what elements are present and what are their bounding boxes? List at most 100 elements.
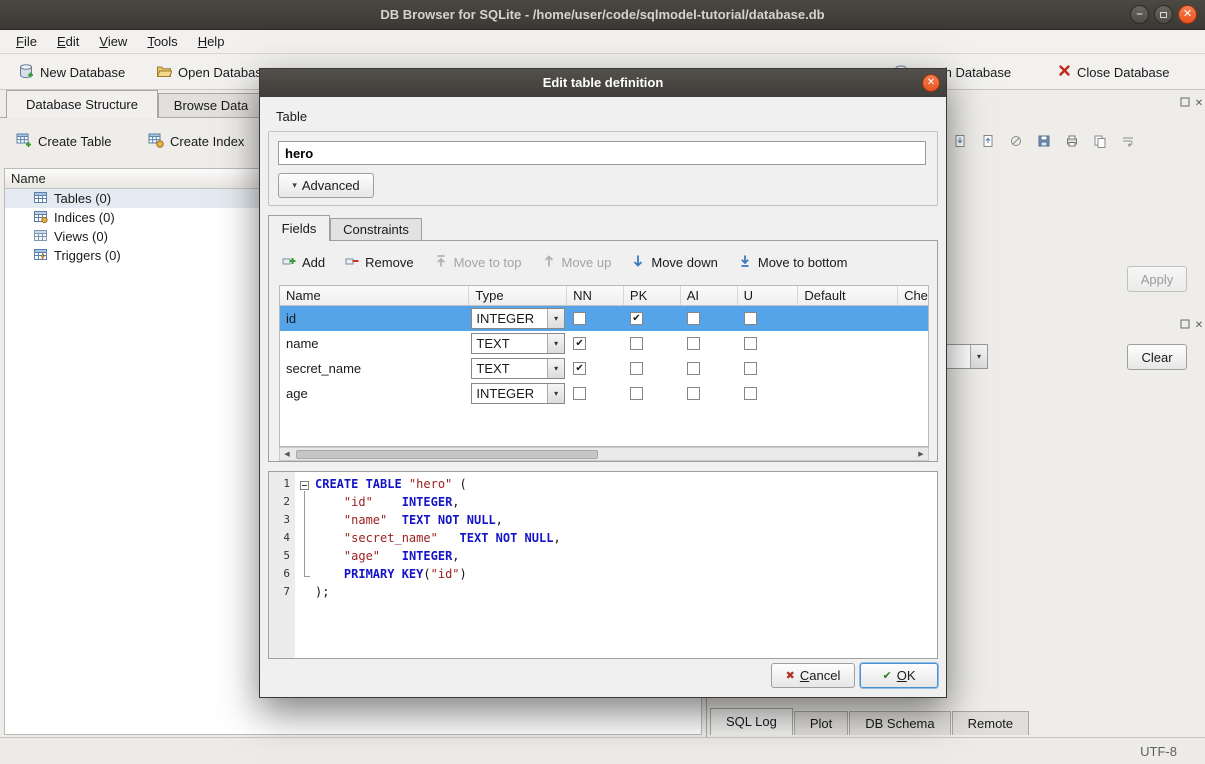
advanced-button[interactable]: ▾ Advanced	[278, 173, 374, 198]
field-name-cell[interactable]: name	[280, 331, 469, 356]
u-checkbox[interactable]	[744, 362, 757, 375]
combo-arrow-icon[interactable]: ▾	[547, 359, 564, 378]
header-ai[interactable]: AI	[681, 286, 738, 305]
wrap-button[interactable]	[1116, 130, 1140, 154]
move-down-button[interactable]: Move down	[622, 249, 726, 275]
tab-fields[interactable]: Fields	[268, 215, 330, 241]
tab-browse-data[interactable]: Browse Data	[158, 93, 264, 118]
ai-checkbox[interactable]	[687, 387, 700, 400]
tab-sql-log[interactable]: SQL Log	[710, 708, 793, 735]
header-pk[interactable]: PK	[624, 286, 681, 305]
field-row-secret_name[interactable]: secret_nameTEXT▾ ✔	[280, 356, 928, 381]
scroll-left-icon[interactable]: ◀	[280, 448, 294, 460]
pk-checkbox[interactable]	[630, 337, 643, 350]
dialog-close-button[interactable]: ✕	[922, 74, 940, 92]
copy-button[interactable]	[1088, 130, 1112, 154]
field-type-combobox[interactable]: INTEGER▾	[471, 383, 565, 404]
print-button[interactable]	[1060, 130, 1084, 154]
check-cell[interactable]	[898, 356, 928, 381]
scroll-right-icon[interactable]: ▶	[914, 448, 928, 460]
u-checkbox[interactable]	[744, 312, 757, 325]
sql-preview[interactable]: 1234567 CREATE TABLE "hero" ( "id" INTEG…	[268, 471, 938, 659]
nn-checkbox[interactable]	[573, 312, 586, 325]
u-checkbox[interactable]	[744, 337, 757, 350]
window-titlebar[interactable]: DB Browser for SQLite - /home/user/code/…	[0, 0, 1205, 30]
pk-checkbox[interactable]	[630, 387, 643, 400]
header-default[interactable]: Default	[798, 286, 898, 305]
close-database-button[interactable]: Close Database	[1050, 58, 1178, 86]
field-type-combobox[interactable]: TEXT▾	[471, 358, 565, 379]
combo-arrow-icon[interactable]: ▾	[547, 384, 564, 403]
check-cell[interactable]	[898, 381, 928, 406]
field-row-id[interactable]: idINTEGER▾ ✔	[280, 306, 928, 331]
default-cell[interactable]	[798, 356, 898, 381]
new-database-button[interactable]: New Database	[10, 58, 133, 86]
header-type[interactable]: Type	[469, 286, 567, 305]
dock-close-icon[interactable]: ✕	[1192, 97, 1205, 110]
check-cell[interactable]	[898, 331, 928, 356]
field-row-age[interactable]: ageINTEGER▾	[280, 381, 928, 406]
tab-database-structure[interactable]: Database Structure	[6, 90, 158, 118]
pk-checkbox[interactable]: ✔	[630, 312, 643, 325]
default-cell[interactable]	[798, 306, 898, 331]
horizontal-scrollbar[interactable]: ◀ ▶	[279, 447, 929, 461]
menu-file[interactable]: File	[6, 31, 47, 52]
table-name-input[interactable]	[278, 141, 926, 165]
combo-arrow-icon[interactable]: ▾	[547, 309, 564, 328]
dock-float-icon[interactable]	[1178, 319, 1192, 332]
nn-checkbox[interactable]: ✔	[573, 337, 586, 350]
default-cell[interactable]	[798, 331, 898, 356]
remove-field-button[interactable]: Remove	[336, 249, 422, 275]
ok-button[interactable]: ✔ OK	[860, 663, 938, 688]
header-nn[interactable]: NN	[567, 286, 624, 305]
clear-button[interactable]: Clear	[1127, 344, 1187, 370]
header-name[interactable]: Name	[280, 286, 469, 305]
menu-tools[interactable]: Tools	[137, 31, 187, 52]
combo-arrow-icon[interactable]: ▾	[970, 345, 987, 368]
tab-db-schema[interactable]: DB Schema	[849, 711, 950, 735]
field-row-name[interactable]: nameTEXT▾ ✔	[280, 331, 928, 356]
menu-help[interactable]: Help	[188, 31, 235, 52]
header-u[interactable]: U	[738, 286, 799, 305]
default-cell[interactable]	[798, 381, 898, 406]
close-window-button[interactable]: ✕	[1178, 5, 1197, 24]
nn-checkbox[interactable]: ✔	[573, 362, 586, 375]
move-to-bottom-button[interactable]: Move to bottom	[729, 249, 857, 275]
field-type-combobox[interactable]: INTEGER▾	[471, 308, 565, 329]
import-button[interactable]	[948, 130, 972, 154]
menu-edit[interactable]: Edit	[47, 31, 89, 52]
cancel-button[interactable]: ✖ Cancel	[771, 663, 855, 688]
save-button[interactable]	[1032, 130, 1056, 154]
field-name-cell[interactable]: secret_name	[280, 356, 469, 381]
scrollbar-thumb[interactable]	[296, 450, 598, 459]
field-type-combobox[interactable]: TEXT▾	[471, 333, 565, 354]
header-check[interactable]: Check	[898, 286, 928, 305]
nn-checkbox[interactable]	[573, 387, 586, 400]
dock-float-icon[interactable]	[1178, 97, 1192, 110]
ai-checkbox[interactable]	[687, 312, 700, 325]
add-field-button[interactable]: Add	[273, 249, 334, 275]
field-name-cell[interactable]: age	[280, 381, 469, 406]
create-table-button[interactable]: Create Table	[8, 127, 119, 155]
tab-plot[interactable]: Plot	[794, 711, 848, 735]
dock-close-icon[interactable]: ✕	[1192, 319, 1205, 332]
field-name-cell[interactable]: id	[280, 306, 469, 331]
create-index-button[interactable]: Create Index	[140, 127, 252, 155]
export-button[interactable]	[976, 130, 1000, 154]
tab-remote[interactable]: Remote	[952, 711, 1030, 735]
u-checkbox[interactable]	[744, 387, 757, 400]
maximize-icon	[1160, 12, 1167, 18]
fold-marker-icon[interactable]	[300, 481, 309, 490]
check-cell[interactable]	[898, 306, 928, 331]
maximize-button[interactable]	[1154, 5, 1173, 24]
menu-view[interactable]: View	[89, 31, 137, 52]
ai-checkbox[interactable]	[687, 362, 700, 375]
open-database-button[interactable]: Open Database	[148, 58, 277, 86]
pk-checkbox[interactable]	[630, 362, 643, 375]
dialog-titlebar[interactable]: Edit table definition ✕	[260, 69, 946, 97]
set-null-button[interactable]	[1004, 130, 1028, 154]
minimize-button[interactable]: –	[1130, 5, 1149, 24]
tab-constraints[interactable]: Constraints	[330, 218, 422, 241]
combo-arrow-icon[interactable]: ▾	[547, 334, 564, 353]
ai-checkbox[interactable]	[687, 337, 700, 350]
